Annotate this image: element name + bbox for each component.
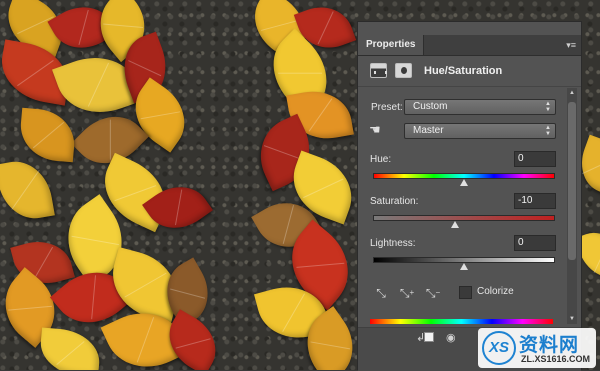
saturation-label: Saturation: <box>370 196 419 207</box>
scrollbar-thumb[interactable] <box>568 102 576 260</box>
updown-arrows-icon: ▲ ▼ <box>545 125 551 137</box>
adjustment-header: Hue/Saturation <box>358 56 581 87</box>
saturation-slider-thumb[interactable] <box>450 221 459 228</box>
colorize-label: Colorize <box>477 286 514 297</box>
panel-menu-icon[interactable]: ▾≡ <box>566 40 576 51</box>
leaf <box>17 107 78 163</box>
hue-spectrum-bar <box>370 319 553 324</box>
watermark-url: ZL.XS1616.COM <box>521 354 591 364</box>
lightness-input[interactable]: 0 <box>514 235 556 251</box>
adjustment-layer-icon[interactable] <box>370 63 387 78</box>
hue-input[interactable]: 0 <box>514 151 556 167</box>
leaf <box>0 156 55 224</box>
saturation-slider-track[interactable] <box>373 215 555 221</box>
adjustment-title: Hue/Saturation <box>424 65 503 77</box>
panel-tab-bar: Properties ▾≡ <box>358 35 581 56</box>
channel-value: Master <box>413 125 444 136</box>
view-previous-icon[interactable] <box>424 332 434 342</box>
eyedropper-plus-icon[interactable]: ⤡+ <box>399 285 415 301</box>
properties-panel: Properties ▾≡ Hue/Saturation Preset: Cus… <box>357 21 582 371</box>
eye-icon[interactable]: ◉ <box>446 331 456 344</box>
preset-value: Custom <box>413 101 448 112</box>
hue-slider-thumb[interactable] <box>460 179 468 186</box>
lightness-label: Lightness: <box>370 238 416 249</box>
updown-arrows-icon: ▲ ▼ <box>545 101 551 113</box>
eyedropper-minus-icon[interactable]: ⤡− <box>425 285 441 301</box>
saturation-input[interactable]: -10 <box>514 193 556 209</box>
channel-dropdown[interactable]: Master ▲ ▼ <box>404 123 556 139</box>
colorize-checkbox[interactable] <box>459 286 472 299</box>
hue-label: Hue: <box>370 154 392 165</box>
scroll-down-arrow-icon[interactable]: ▼ <box>567 316 577 322</box>
layer-mask-icon[interactable] <box>395 63 412 78</box>
tab-properties[interactable]: Properties <box>358 35 425 55</box>
preset-label: Preset: <box>371 102 403 113</box>
hand-icon[interactable]: ☚ <box>369 122 387 138</box>
watermark-logo: XS <box>482 331 516 365</box>
panel-scrollbar[interactable]: ▲ ▼ <box>567 88 577 324</box>
preset-dropdown[interactable]: Custom ▲ ▼ <box>404 99 556 115</box>
watermark: XS 资料网 ZL.XS1616.COM <box>478 328 596 368</box>
leaf <box>38 327 102 370</box>
lightness-slider-thumb[interactable] <box>460 263 468 270</box>
eyedropper-icon[interactable]: ⤡ <box>373 285 389 301</box>
scroll-up-arrow-icon[interactable]: ▲ <box>567 90 577 96</box>
watermark-title: 资料网 <box>519 335 580 356</box>
